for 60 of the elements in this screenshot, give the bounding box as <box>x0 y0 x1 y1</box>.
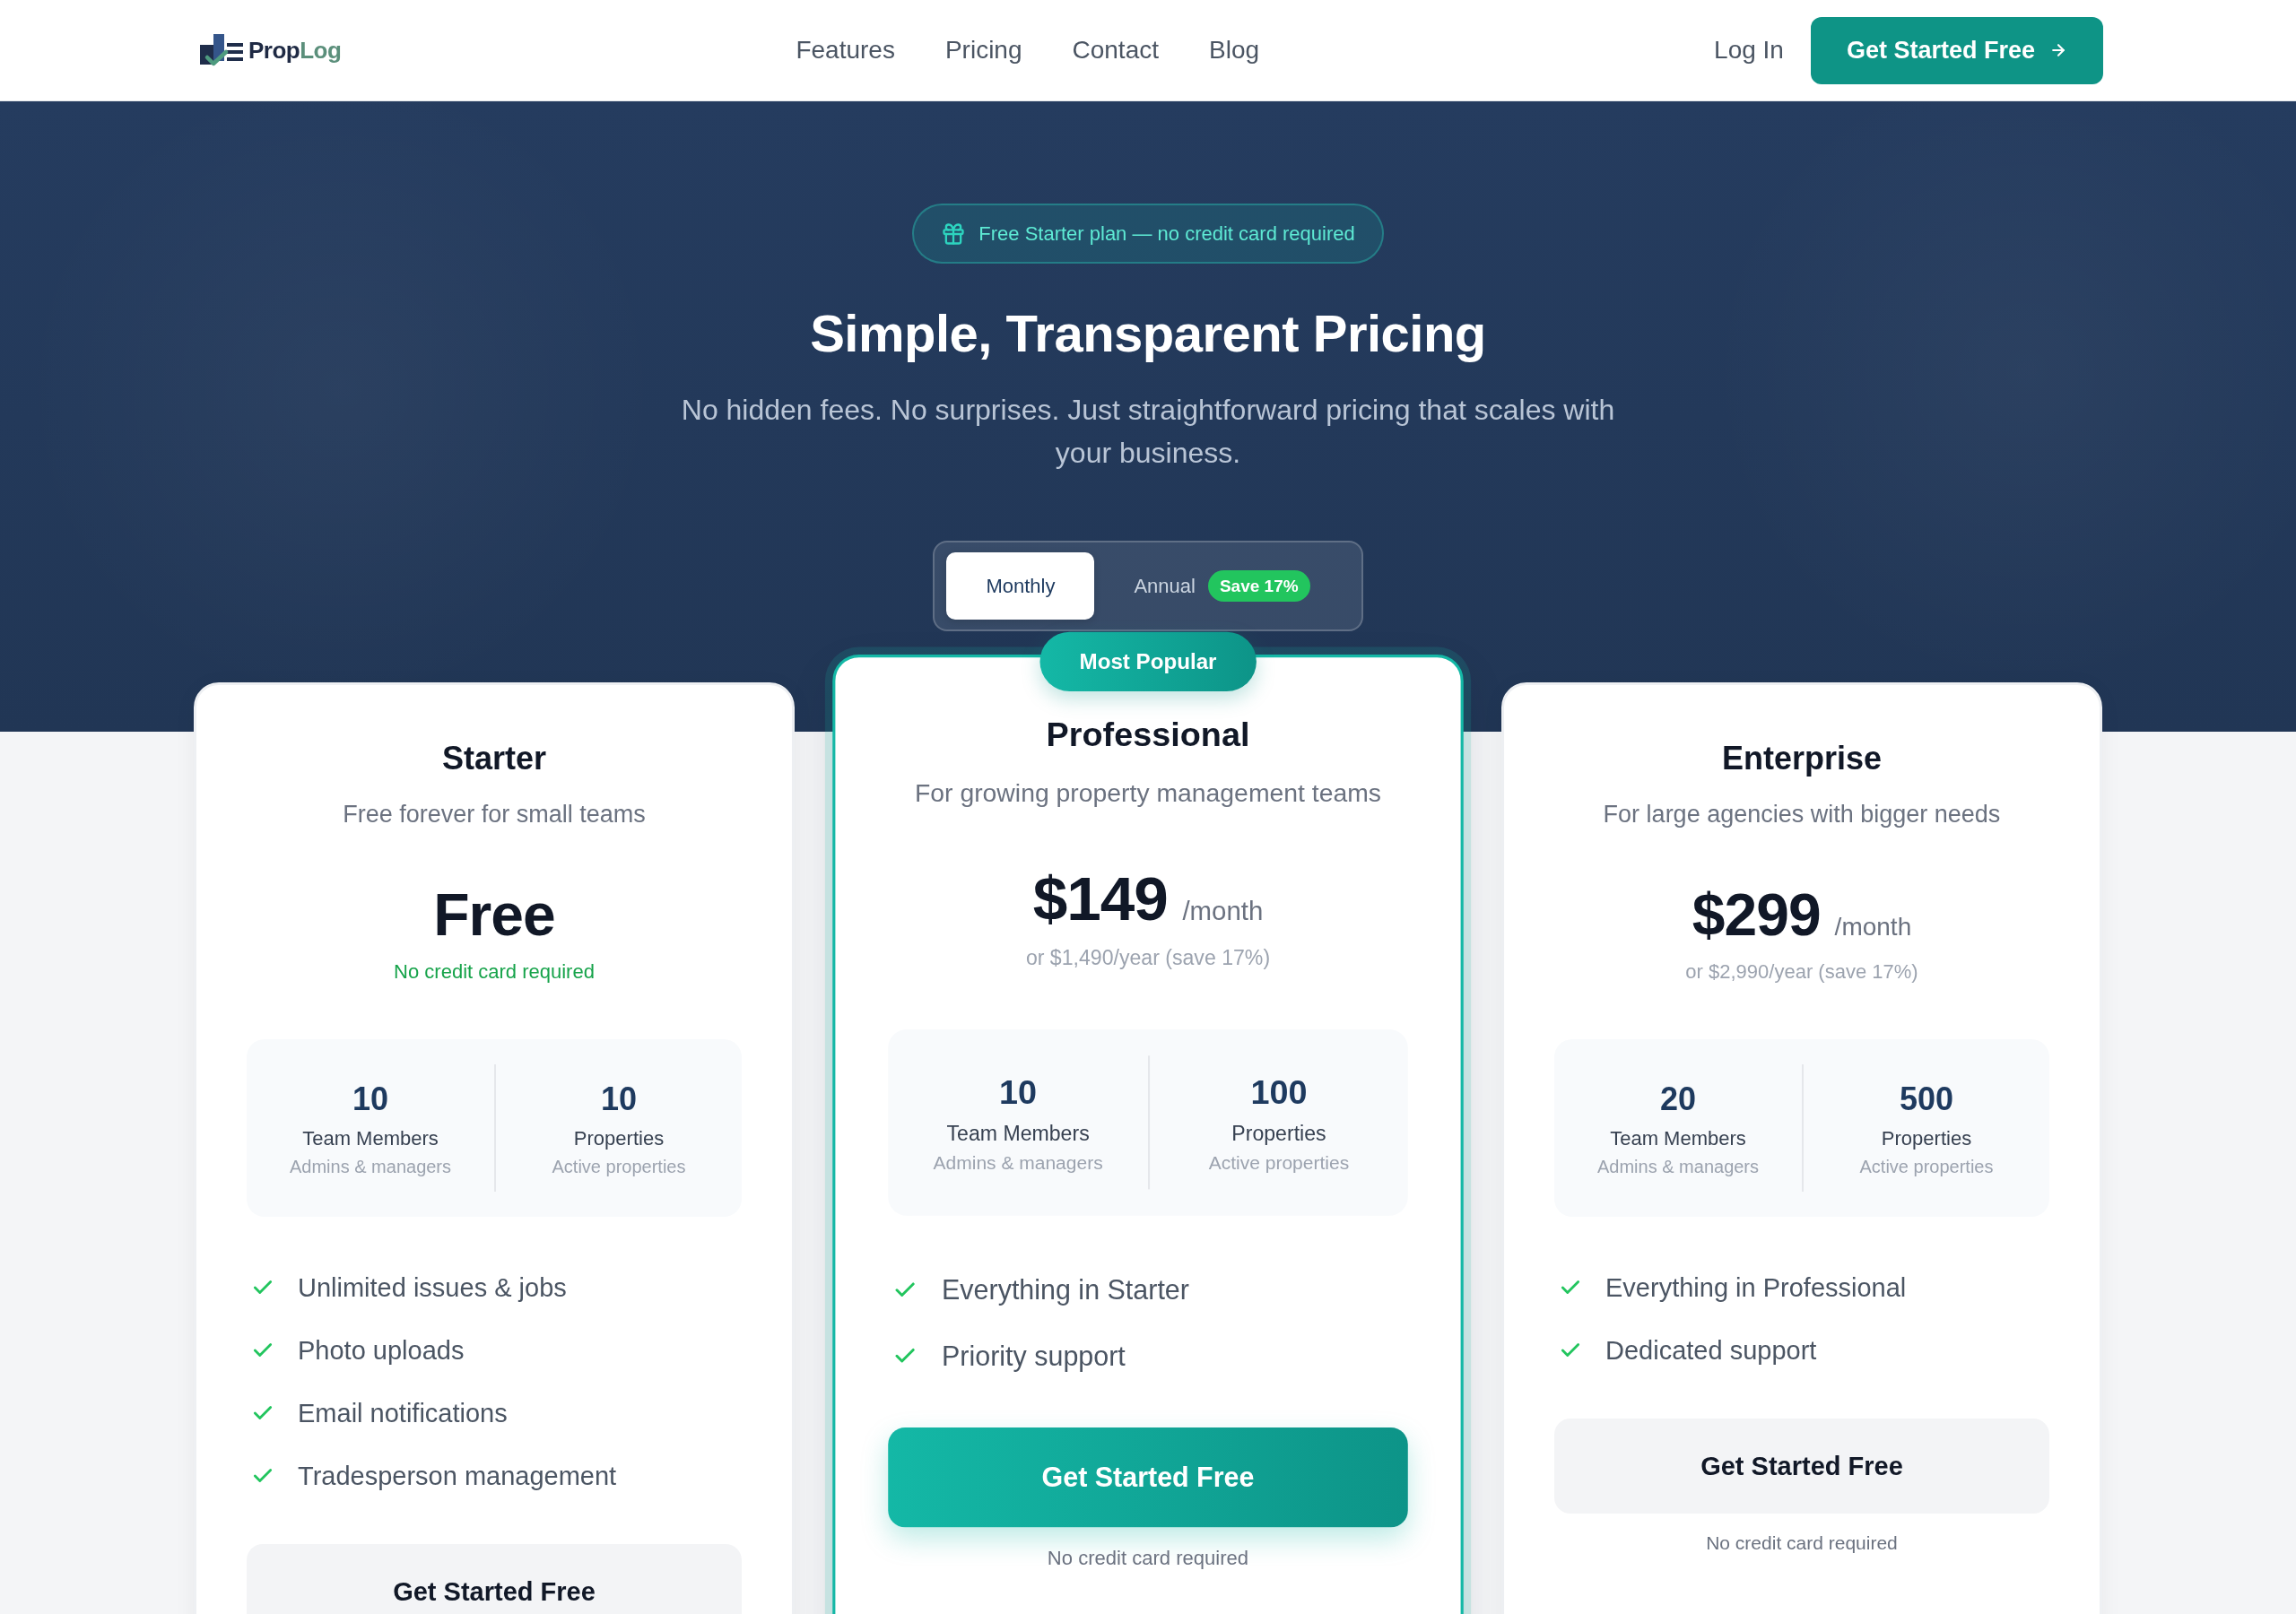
plan-name: Professional <box>1046 714 1250 756</box>
stat-detail: Active properties <box>1859 1156 1994 1178</box>
logo-icon[interactable] <box>200 32 245 68</box>
price-note: No credit card required <box>394 959 595 985</box>
page-title: Simple, Transparent Pricing <box>810 303 1486 363</box>
feature-text: Photo uploads <box>298 1335 465 1367</box>
stat-value: 20 <box>1659 1080 1696 1119</box>
stat-detail: Admins & managers <box>933 1151 1103 1176</box>
plan-price: $299 <box>1692 881 1821 949</box>
stat-label: Properties <box>1231 1120 1326 1148</box>
stat-value: 10 <box>999 1072 1038 1114</box>
popular-badge: Most Popular <box>1039 631 1257 691</box>
feature-text: Email notifications <box>298 1398 508 1429</box>
feature-text: Priority support <box>942 1340 1126 1374</box>
card-note: No credit card required <box>1706 1532 1898 1555</box>
nav-link[interactable]: Contact <box>1072 36 1159 65</box>
stat-detail: Admins & managers <box>1596 1156 1760 1178</box>
plan-description: For large agencies with bigger needs <box>1603 800 2001 829</box>
price-period: /month <box>1834 913 1912 941</box>
login-link[interactable]: Log In <box>1714 36 1784 65</box>
plan-description: For growing property management teams <box>915 777 1381 810</box>
get-started-button[interactable]: Get Started Free <box>1554 1419 2049 1514</box>
feature-text: Everything in Starter <box>942 1273 1189 1307</box>
badge-text: Free Starter plan — no credit card required <box>978 221 1355 246</box>
billing-option[interactable]: Monthly <box>946 552 1095 620</box>
feature-text: Dedicated support <box>1605 1335 1817 1367</box>
stat-detail: Active properties <box>1208 1151 1350 1176</box>
discount-badge: Save 17% <box>1207 570 1310 602</box>
stat-label: Team Members <box>302 1126 439 1151</box>
stat-value: 100 <box>1250 1072 1308 1114</box>
feature-text: Everything in Professional <box>1605 1272 1907 1304</box>
stat-detail: Admins & managers <box>289 1156 452 1178</box>
plan-price: Free <box>433 881 555 949</box>
billing-option[interactable]: Annual Save 17% <box>1094 552 1350 620</box>
price-note: or $2,990/year (save 17%) <box>1685 959 1918 985</box>
stat-value: 10 <box>600 1080 637 1119</box>
nav-link[interactable]: Pricing <box>944 36 1022 65</box>
stat-value: 10 <box>352 1080 388 1119</box>
stat-label: Properties <box>573 1126 665 1151</box>
plan-price: $149 <box>1032 863 1168 934</box>
plan-name: Starter <box>441 739 547 778</box>
logo-text[interactable]: PropLog <box>248 36 342 65</box>
stat-value: 500 <box>1899 1080 1954 1119</box>
gift-icon <box>941 221 967 247</box>
nav-link[interactable]: Features <box>796 36 895 65</box>
stat-label: Properties <box>1881 1126 1972 1151</box>
price-note: or $1,490/year (save 17%) <box>1025 945 1271 972</box>
nav-link[interactable]: Blog <box>1209 36 1260 65</box>
price-period: /month <box>1182 896 1264 927</box>
stat-label: Team Members <box>946 1120 1090 1148</box>
get-started-button[interactable]: Get Started Free <box>1810 16 2103 84</box>
get-started-button[interactable]: Get Started Free <box>247 1544 742 1614</box>
feature-text: Unlimited issues & jobs <box>298 1272 567 1304</box>
plan-name: Enterprise <box>1721 739 1883 778</box>
feature-text: Tradesperson management <box>298 1461 617 1492</box>
plan-description: Free forever for small teams <box>343 800 646 829</box>
stat-label: Team Members <box>1610 1126 1746 1151</box>
page-subtitle: No hidden fees. No surprises. Just straightforward pricing that scales with your business. <box>680 393 1616 471</box>
card-note: No credit card required <box>1047 1546 1249 1571</box>
stat-detail: Active properties <box>552 1156 686 1178</box>
